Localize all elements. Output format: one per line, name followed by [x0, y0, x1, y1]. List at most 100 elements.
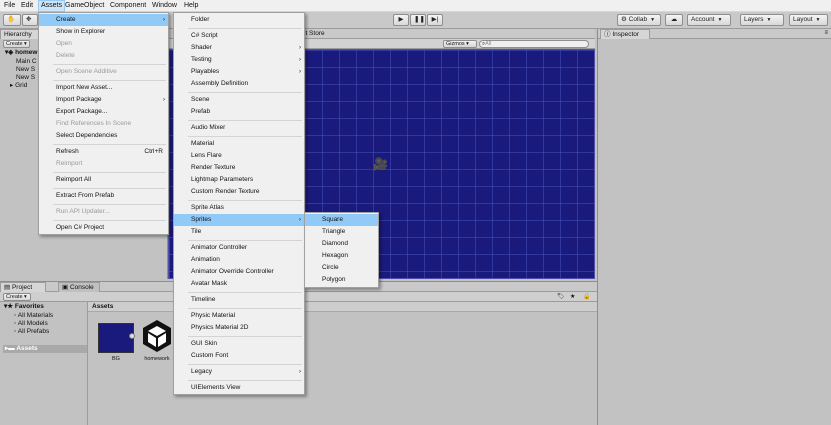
menu-item-create[interactable]: Create ›: [39, 14, 168, 26]
menu-separator: [53, 64, 166, 65]
sprites-submenu: Square Triangle Diamond Hexagon Circle P…: [304, 212, 379, 288]
create-item-physic-material[interactable]: Physic Material: [174, 310, 304, 322]
panel-menu-icon[interactable]: ≡: [824, 30, 828, 36]
favorites-item[interactable]: ◦ All Models: [14, 320, 48, 328]
menu-edit[interactable]: Edit: [21, 2, 33, 10]
account-dropdown[interactable]: Account ▼: [687, 14, 731, 26]
menu-separator: [188, 292, 302, 293]
create-item-material[interactable]: Material: [174, 138, 304, 150]
create-item-animator-override-controller[interactable]: Animator Override Controller: [174, 266, 304, 278]
create-item-sprite-atlas[interactable]: Sprite Atlas: [174, 202, 304, 214]
menu-item-open-csharp-project[interactable]: Open C# Project: [39, 222, 168, 234]
sprites-item-polygon[interactable]: Polygon: [305, 274, 378, 286]
create-item-lens-flare[interactable]: Lens Flare: [174, 150, 304, 162]
create-item-testing[interactable]: Testing ›: [174, 54, 304, 66]
step-button[interactable]: ▶|: [427, 14, 443, 26]
layers-dropdown[interactable]: Layers ▼: [740, 14, 784, 26]
create-item-playables[interactable]: Playables ›: [174, 66, 304, 78]
collab-icon: ⚙: [621, 16, 629, 23]
create-item-gui-skin[interactable]: GUI Skin: [174, 338, 304, 350]
tab-hierarchy[interactable]: Hierarchy: [0, 29, 40, 39]
play-button[interactable]: ▶: [393, 14, 409, 26]
menu-item-select-dependencies[interactable]: Select Dependencies: [39, 130, 168, 142]
hierarchy-item[interactable]: ▸ Grid: [10, 82, 27, 90]
hand-tool-button[interactable]: ✋: [3, 14, 21, 26]
hierarchy-create-button[interactable]: Create ▾: [3, 40, 30, 48]
menu-separator: [188, 200, 302, 201]
move-tool-button[interactable]: ✥: [22, 14, 38, 26]
tab-console[interactable]: ▣ Console: [58, 282, 100, 292]
menu-separator: [53, 204, 166, 205]
create-item-assembly-definition[interactable]: Assembly Definition: [174, 78, 304, 90]
menu-separator: [53, 188, 166, 189]
inspector-tab-bar: ⓘ Inspector ≡: [598, 29, 831, 39]
bg-asset-thumbnail[interactable]: [98, 323, 134, 353]
sprites-item-circle[interactable]: Circle: [305, 262, 378, 274]
menu-window[interactable]: Window: [152, 2, 177, 10]
chevron-right-icon: ›: [299, 69, 301, 75]
create-item-shader[interactable]: Shader ›: [174, 42, 304, 54]
create-item-physics-material-2d[interactable]: Physics Material 2D: [174, 322, 304, 334]
create-item-avatar-mask[interactable]: Avatar Mask: [174, 278, 304, 290]
menu-item-refresh[interactable]: Refresh Ctrl+R: [39, 146, 168, 158]
menu-item-import-new-asset[interactable]: Import New Asset...: [39, 82, 168, 94]
camera-icon[interactable]: 🎥: [373, 158, 388, 170]
favorites-item[interactable]: ◦ All Materials: [14, 312, 53, 320]
create-item-lightmap-parameters[interactable]: Lightmap Parameters: [174, 174, 304, 186]
menu-item-export-package[interactable]: Export Package...: [39, 106, 168, 118]
cloud-button[interactable]: ☁: [665, 14, 683, 26]
unity-scene-icon[interactable]: [141, 318, 173, 354]
favorites-item[interactable]: ◦ All Prefabs: [14, 328, 49, 336]
menu-file[interactable]: File: [4, 2, 15, 10]
sprites-item-square[interactable]: Square: [305, 214, 378, 226]
hierarchy-item[interactable]: New S: [16, 66, 35, 74]
sprites-item-triangle[interactable]: Triangle: [305, 226, 378, 238]
create-item-folder[interactable]: Folder: [174, 14, 304, 26]
sprites-item-diamond[interactable]: Diamond: [305, 238, 378, 250]
hierarchy-item[interactable]: Main C: [16, 58, 37, 66]
create-item-csharp-script[interactable]: C# Script: [174, 30, 304, 42]
menu-component[interactable]: Component: [110, 2, 146, 10]
create-item-legacy[interactable]: Legacy ›: [174, 366, 304, 378]
menu-item-reimport-all[interactable]: Reimport All: [39, 174, 168, 186]
expand-circle-icon[interactable]: [129, 333, 135, 339]
gizmos-dropdown[interactable]: Gizmos ▾: [443, 40, 477, 48]
menu-item-open-scene-additive: Open Scene Additive: [56, 68, 117, 75]
favorites-header[interactable]: ▾★ Favorites: [4, 303, 44, 311]
filter-label-icon[interactable]: 🏷: [557, 293, 565, 300]
menu-assets[interactable]: Assets: [38, 0, 66, 12]
sprites-item-hexagon[interactable]: Hexagon: [305, 250, 378, 262]
menu-item-extract-from-prefab[interactable]: Extract From Prefab: [39, 190, 168, 202]
scene-root[interactable]: ▾◈ homew: [5, 49, 37, 57]
create-item-scene[interactable]: Scene: [174, 94, 304, 106]
chevron-right-icon: ›: [163, 17, 165, 23]
pause-button[interactable]: ❚❚: [410, 14, 426, 26]
create-item-timeline[interactable]: Timeline: [174, 294, 304, 306]
create-item-prefab[interactable]: Prefab: [174, 106, 304, 118]
asset-label: homework: [144, 356, 170, 362]
layout-dropdown[interactable]: Layout ▼: [789, 14, 828, 26]
create-item-custom-render-texture[interactable]: Custom Render Texture: [174, 186, 304, 198]
create-item-custom-font[interactable]: Custom Font: [174, 350, 304, 362]
collab-dropdown[interactable]: ⚙ Collab ▼: [617, 14, 661, 26]
create-item-tile[interactable]: Tile: [174, 226, 304, 238]
create-item-uielements-view[interactable]: UIElements View: [174, 382, 304, 394]
create-item-render-texture[interactable]: Render Texture: [174, 162, 304, 174]
tab-inspector[interactable]: ⓘ Inspector: [600, 29, 650, 39]
create-item-sprites[interactable]: Sprites ›: [174, 214, 304, 226]
lock-icon[interactable]: 🔒: [583, 293, 590, 300]
create-item-animation[interactable]: Animation: [174, 254, 304, 266]
scene-search-input[interactable]: ⌕All: [479, 40, 589, 48]
tab-project[interactable]: ▤ Project: [0, 282, 46, 292]
create-item-audio-mixer[interactable]: Audio Mixer: [174, 122, 304, 134]
menu-help[interactable]: Help: [184, 2, 198, 10]
menu-item-show-in-explorer[interactable]: Show in Explorer: [39, 26, 168, 38]
menu-separator: [188, 308, 302, 309]
project-create-button[interactable]: Create ▾: [3, 293, 31, 301]
create-item-animator-controller[interactable]: Animator Controller: [174, 242, 304, 254]
hierarchy-item[interactable]: New S: [16, 74, 35, 82]
menu-gameobject[interactable]: GameObject: [65, 2, 104, 10]
assets-root-folder[interactable]: ▸▬ Assets: [3, 345, 87, 353]
star-icon[interactable]: ★: [570, 293, 575, 300]
menu-item-import-package[interactable]: Import Package ›: [39, 94, 168, 106]
